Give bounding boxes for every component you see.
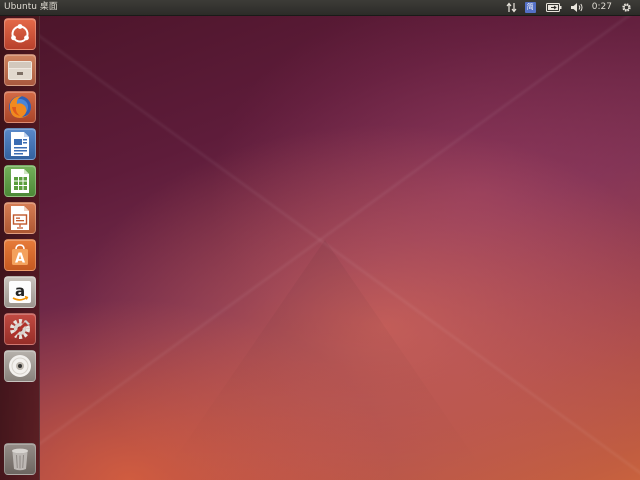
trash-icon[interactable] [4,443,36,475]
window-title: Ubuntu 桌面 [4,2,58,12]
desktop-wallpaper[interactable] [0,0,640,480]
clock[interactable]: 0:27 [592,0,612,15]
software-center-icon[interactable]: A [4,239,36,271]
input-method-icon[interactable]: 简 [524,2,536,13]
libreoffice-impress-icon[interactable] [4,202,36,234]
dash-home-icon[interactable] [4,18,36,50]
firefox-icon[interactable] [4,91,36,123]
top-panel: Ubuntu 桌面 简 0:27 [0,0,640,16]
system-settings-icon[interactable] [4,313,36,345]
files-icon[interactable] [4,54,36,86]
libreoffice-calc-icon[interactable] [4,165,36,197]
gear-icon[interactable] [621,0,632,15]
amazon-icon[interactable]: a [4,276,36,308]
svg-text:a: a [15,282,25,300]
network-arrows-icon[interactable] [506,0,517,15]
svg-text:A: A [15,252,25,267]
libreoffice-writer-icon[interactable] [4,128,36,160]
dvd-icon[interactable] [4,350,36,382]
battery-icon[interactable] [545,0,562,15]
indicator-area: 简 0:27 [506,0,640,15]
launcher: A a [0,15,40,480]
volume-icon[interactable] [570,0,584,15]
